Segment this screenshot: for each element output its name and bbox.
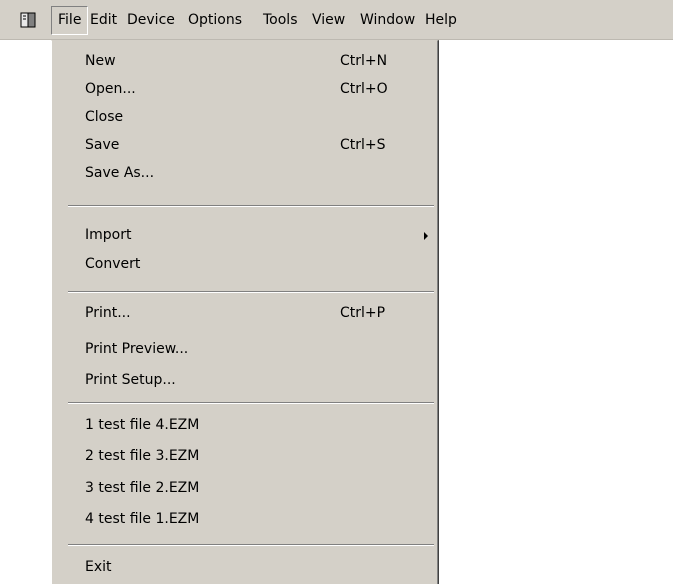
menu-separator [68,205,434,207]
menu-item-convert[interactable]: Convert [52,252,432,280]
menu-item-import[interactable]: Import [52,223,432,251]
menu-item-label: Print Preview... [85,341,189,357]
file-menu-dropdown: New Ctrl+N Open... Ctrl+O Close Save Ctr… [51,40,439,584]
menu-item-label: Open... [85,81,136,97]
menu-item-exit[interactable]: Exit [52,555,432,583]
menu-options[interactable]: Options [182,6,248,35]
menu-item-label: Save [85,137,120,153]
menu-item-save-as[interactable]: Save As... [52,161,432,189]
menu-item-recent-file-2[interactable]: 2 test file 3.EZM [52,444,432,472]
menu-window[interactable]: Window [354,6,421,35]
menu-item-save[interactable]: Save Ctrl+S [52,133,432,161]
menu-item-shortcut: Ctrl+S [340,137,386,153]
menu-item-label: 3 test file 2.EZM [85,480,200,496]
menu-item-label: Save As... [85,165,155,181]
menu-item-recent-file-1[interactable]: 1 test file 4.EZM [52,413,432,441]
menu-item-new[interactable]: New Ctrl+N [52,49,432,77]
menu-file[interactable]: File [51,6,89,35]
menu-item-recent-file-4[interactable]: 4 test file 1.EZM [52,507,432,535]
menu-item-label: Import [85,227,132,243]
menu-item-shortcut: Ctrl+N [340,53,388,69]
menu-item-close[interactable]: Close [52,105,432,133]
menu-item-print-preview[interactable]: Print Preview... [52,337,432,365]
submenu-arrow-icon [424,232,428,240]
menu-item-open[interactable]: Open... Ctrl+O [52,77,432,105]
menu-item-recent-file-3[interactable]: 3 test file 2.EZM [52,476,432,504]
menu-item-label: Convert [85,256,141,272]
menu-item-label: Exit [85,559,112,575]
menu-item-label: Print Setup... [85,372,176,388]
menu-item-shortcut: Ctrl+O [340,81,388,97]
menu-item-shortcut: Ctrl+P [340,305,386,321]
document-icon[interactable] [20,12,36,28]
menu-item-label: 4 test file 1.EZM [85,511,200,527]
menu-separator [68,291,434,293]
menu-item-print-setup[interactable]: Print Setup... [52,368,432,396]
menu-bar: File Edit Device Options Tools View Wind… [0,0,673,40]
menu-device[interactable]: Device [121,6,181,35]
menu-edit[interactable]: Edit [84,6,123,35]
menu-view[interactable]: View [306,6,351,35]
menu-help[interactable]: Help [419,6,463,35]
menu-item-label: New [85,53,116,69]
menu-tools[interactable]: Tools [257,6,304,35]
menu-item-label: 1 test file 4.EZM [85,417,200,433]
menu-item-label: Close [85,109,124,125]
menu-item-print[interactable]: Print... Ctrl+P [52,301,432,329]
menu-separator [68,402,434,404]
menu-item-label: 2 test file 3.EZM [85,448,200,464]
menu-separator [68,544,434,546]
menu-item-label: Print... [85,305,131,321]
